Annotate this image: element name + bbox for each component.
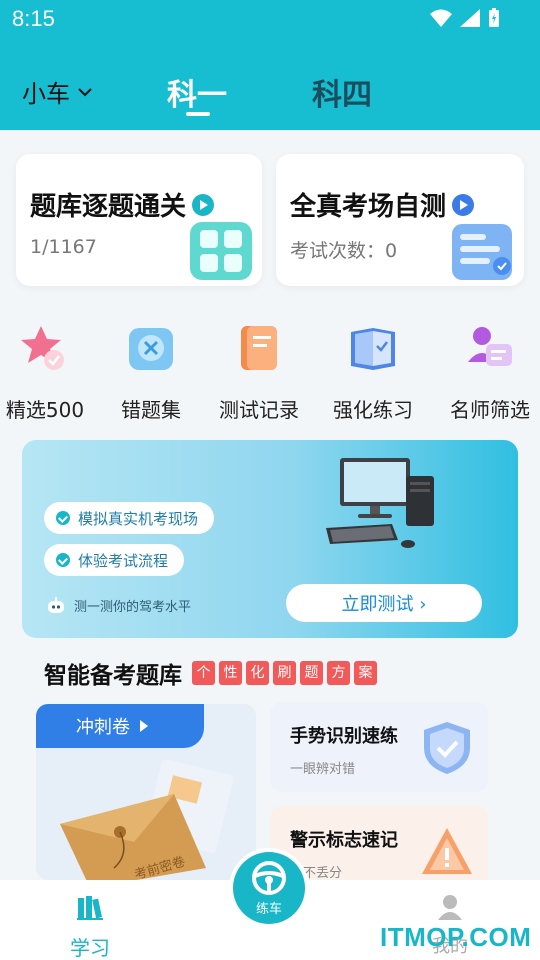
quick-access-row: 精选500 错题集 测试记录 强化练习 名师筛选 (0, 322, 540, 422)
start-test-button[interactable]: 立即测试 › (286, 584, 482, 622)
warning-triangle-icon (422, 828, 472, 874)
header: 8:15 小车 科一 科四 (0, 0, 540, 130)
tab-subject-four[interactable]: 科四 (312, 70, 372, 114)
quick-item-label: 错题集 (121, 398, 181, 422)
nav-drive-button[interactable]: 练车 (229, 848, 309, 928)
profile-icon (438, 895, 462, 920)
card-title: 题库逐题通关 (30, 192, 187, 222)
quick-item-teacher-picks[interactable]: 名师筛选 (440, 322, 540, 423)
quick-item-label: 精选500 (5, 398, 85, 422)
car-type-label: 小车 (22, 80, 70, 108)
shield-icon (424, 722, 470, 774)
sprint-paper-label: 冲刺卷 (76, 717, 130, 738)
robot-icon (48, 596, 64, 613)
check-icon (56, 553, 70, 567)
quick-item-label: 测试记录 (219, 398, 299, 422)
progress-count: 1/1167 (30, 236, 97, 258)
tag-char: 性 (219, 661, 242, 685)
grid-illustration-icon (190, 222, 252, 280)
form-illustration-icon (452, 224, 512, 280)
status-bar: 8:15 (0, 0, 540, 38)
tag-char: 刷 (273, 661, 296, 685)
tab-subject-one[interactable]: 科一 (167, 70, 227, 114)
teacher-icon (468, 327, 512, 366)
quick-item-selected500[interactable]: 精选500 (0, 322, 95, 423)
play-arrow-icon (140, 720, 148, 732)
wifi-icon (430, 9, 452, 27)
question-bank-card[interactable]: 题库逐题通关 1/1167 (16, 154, 262, 286)
star-icon (21, 326, 64, 370)
check-icon (56, 511, 70, 525)
books-icon (77, 896, 103, 920)
sprint-paper-header: 冲刺卷 (36, 704, 204, 748)
tag-char: 题 (300, 661, 323, 685)
banner-note: 测一测你的驾考水平 (46, 596, 191, 615)
tag-char: 方 (327, 661, 350, 685)
feature-pill: 模拟真实机考现场 (44, 502, 215, 534)
feature-pill-label: 体验考试流程 (78, 551, 169, 570)
nav-study-label: 学习 (70, 936, 110, 960)
banner-note-text: 测一测你的驾考水平 (74, 600, 192, 615)
test-record-icon (241, 326, 277, 370)
mini-card-title: 手势识别速练 (290, 726, 398, 747)
quick-item-intensive-practice[interactable]: 强化练习 (323, 322, 423, 423)
quick-item-label: 强化练习 (333, 398, 413, 422)
battery-icon (489, 8, 499, 27)
mini-card-sub: 一眼辨对错 (290, 762, 356, 777)
quick-item-wrong-set[interactable]: 错题集 (101, 322, 201, 423)
tag-char: 化 (246, 661, 269, 685)
wrong-questions-icon (129, 328, 173, 370)
feature-pill-label: 模拟真实机考现场 (78, 509, 199, 528)
mock-exam-card[interactable]: 全真考场自测 考试次数：0 (276, 154, 524, 286)
top-nav: 小车 科一 科四 (0, 60, 540, 120)
feature-pill: 体验考试流程 (44, 544, 185, 576)
signal-icon (460, 9, 480, 27)
book-icon (351, 328, 395, 370)
tag-char: 个 (192, 661, 215, 685)
mock-exam-banner[interactable]: 模拟真实机考现场 体验考试流程 测一测你的驾考水平 立即测试 › (22, 440, 518, 638)
quick-item-label: 名师筛选 (450, 398, 530, 422)
nav-drive-label: 练车 (255, 902, 282, 917)
watermark: ITMOP.COM (380, 922, 532, 952)
car-type-selector[interactable]: 小车 (22, 74, 94, 109)
status-icons (430, 8, 500, 28)
nav-study[interactable]: 学习 (66, 892, 114, 960)
steering-wheel-icon (252, 861, 286, 895)
quick-item-test-record[interactable]: 测试记录 (209, 322, 309, 423)
section-tags: 个 性 化 刷 题 方 案 (192, 661, 377, 685)
play-icon (452, 193, 475, 216)
tag-char: 案 (354, 661, 377, 685)
card-title: 全真考场自测 (290, 192, 447, 222)
active-tab-indicator (186, 112, 210, 116)
computer-illustration-icon (326, 458, 434, 548)
chevron-down-icon (78, 87, 92, 96)
sprint-paper-card[interactable]: 冲刺卷 考前密卷 (36, 704, 256, 880)
status-time: 8:15 (12, 6, 55, 31)
play-icon (192, 193, 215, 216)
section-heading: 智能备考题库 个 性 化 刷 题 方 案 (44, 656, 377, 690)
gesture-practice-card[interactable]: 手势识别速练 一眼辨对错 (270, 702, 488, 792)
mini-card-title: 警示标志速记 (290, 830, 398, 851)
exam-count: 考试次数：0 (290, 240, 398, 262)
section-title: 智能备考题库 (44, 663, 182, 689)
envelope-illustration-icon: 考前密卷 (60, 760, 234, 880)
